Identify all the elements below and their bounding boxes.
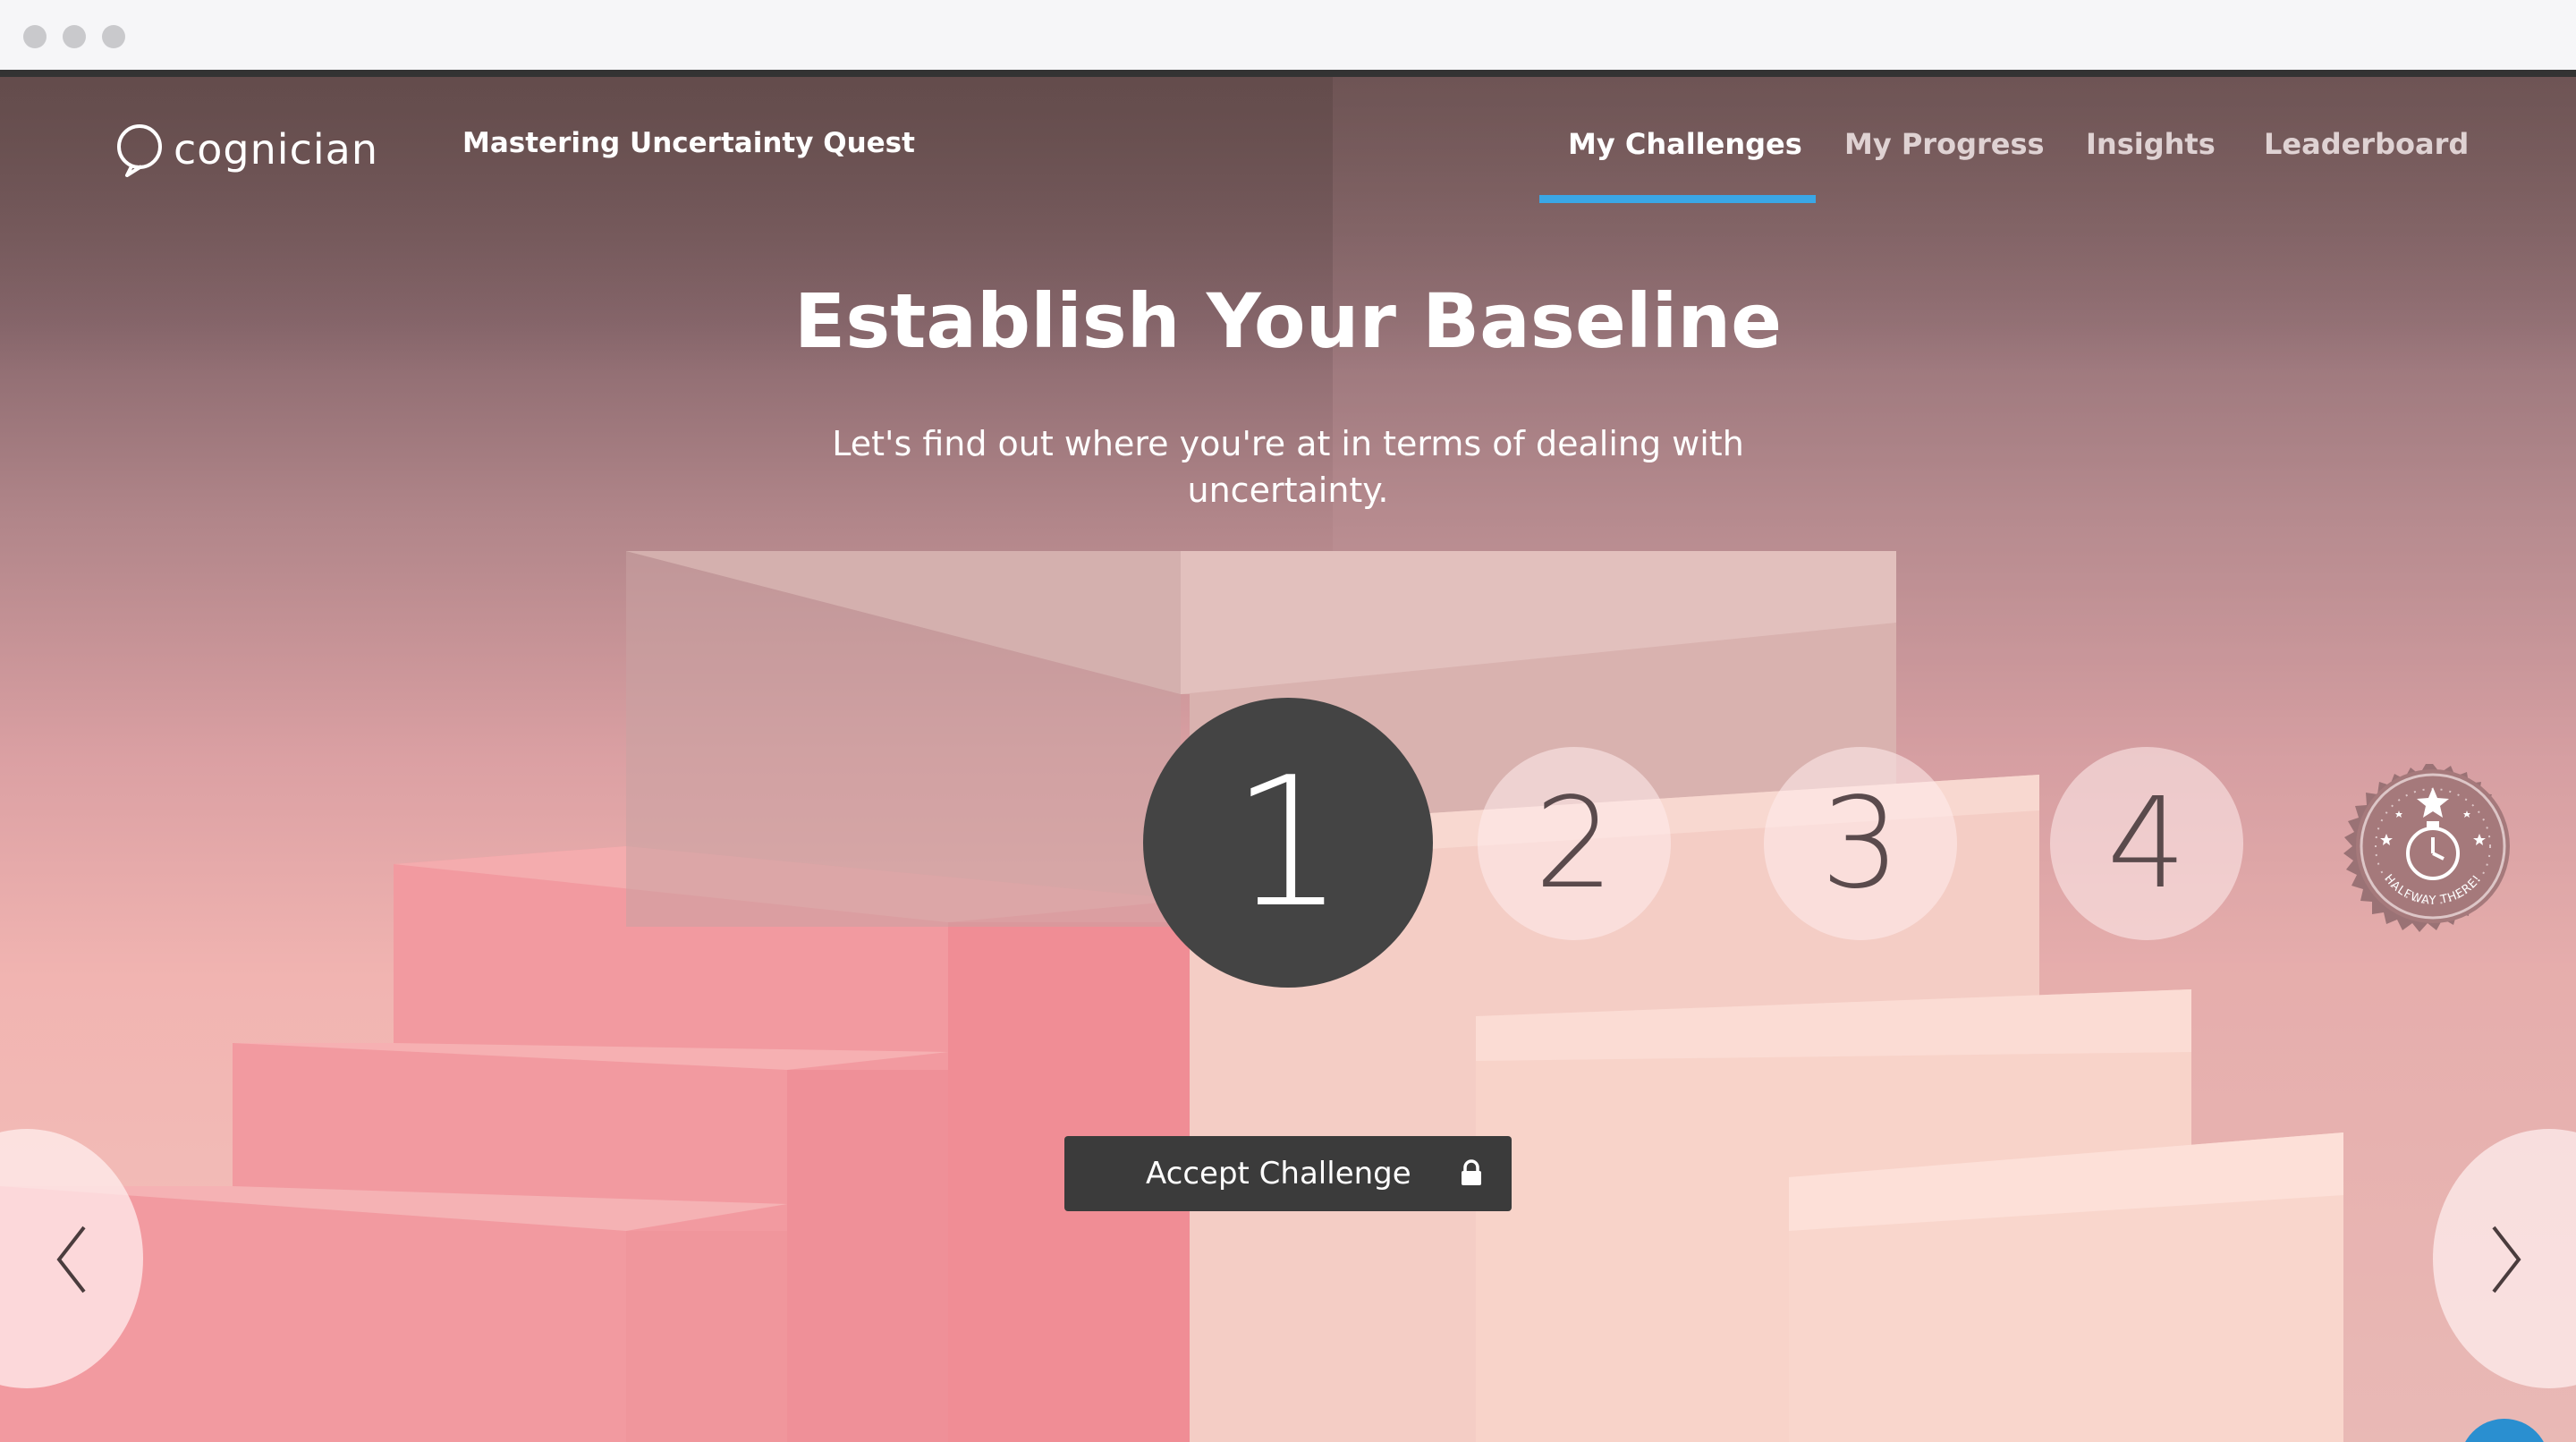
chevron-right-icon [2492,1226,2521,1294]
chevron-left-icon [56,1226,86,1294]
window-chrome [0,0,2576,70]
nav-leaderboard[interactable]: Leaderboard [2264,127,2469,161]
active-tab-indicator [1539,195,1816,203]
chrome-divider [0,70,2576,77]
page-title: Establish Your Baseline [793,277,1783,365]
browser-window: cognician Mastering Uncertainty Quest My… [0,0,2576,1442]
quest-title[interactable]: Mastering Uncertainty Quest [462,127,915,159]
step-3-button[interactable]: 3 [1764,747,1957,940]
page-subtitle: Let's find out where you're at in terms … [832,424,1744,510]
logo-wordmark: cognician [174,125,378,174]
accept-challenge-label: Accept Challenge [1146,1156,1411,1192]
nav-insights[interactable]: Insights [2086,127,2216,161]
maximize-dot[interactable] [102,25,125,48]
cognician-logo[interactable]: cognician [114,118,378,181]
speech-bubble-icon [117,124,162,177]
lock-icon [1462,1159,1481,1185]
halfway-badge[interactable]: HALFWAY THERE! [2334,748,2531,945]
close-dot[interactable] [23,25,47,48]
challenge-stage: cognician Mastering Uncertainty Quest My… [0,77,2576,1442]
nav-my-progress[interactable]: My Progress [1844,127,2045,161]
step-2-button[interactable]: 2 [1478,747,1671,940]
minimize-dot[interactable] [63,25,86,48]
step-1-button[interactable]: 1 [1143,698,1433,988]
nav-my-challenges[interactable]: My Challenges [1568,127,1802,161]
step-4-button[interactable]: 4 [2050,747,2243,940]
accept-challenge-button[interactable]: Accept Challenge [1064,1136,1512,1211]
